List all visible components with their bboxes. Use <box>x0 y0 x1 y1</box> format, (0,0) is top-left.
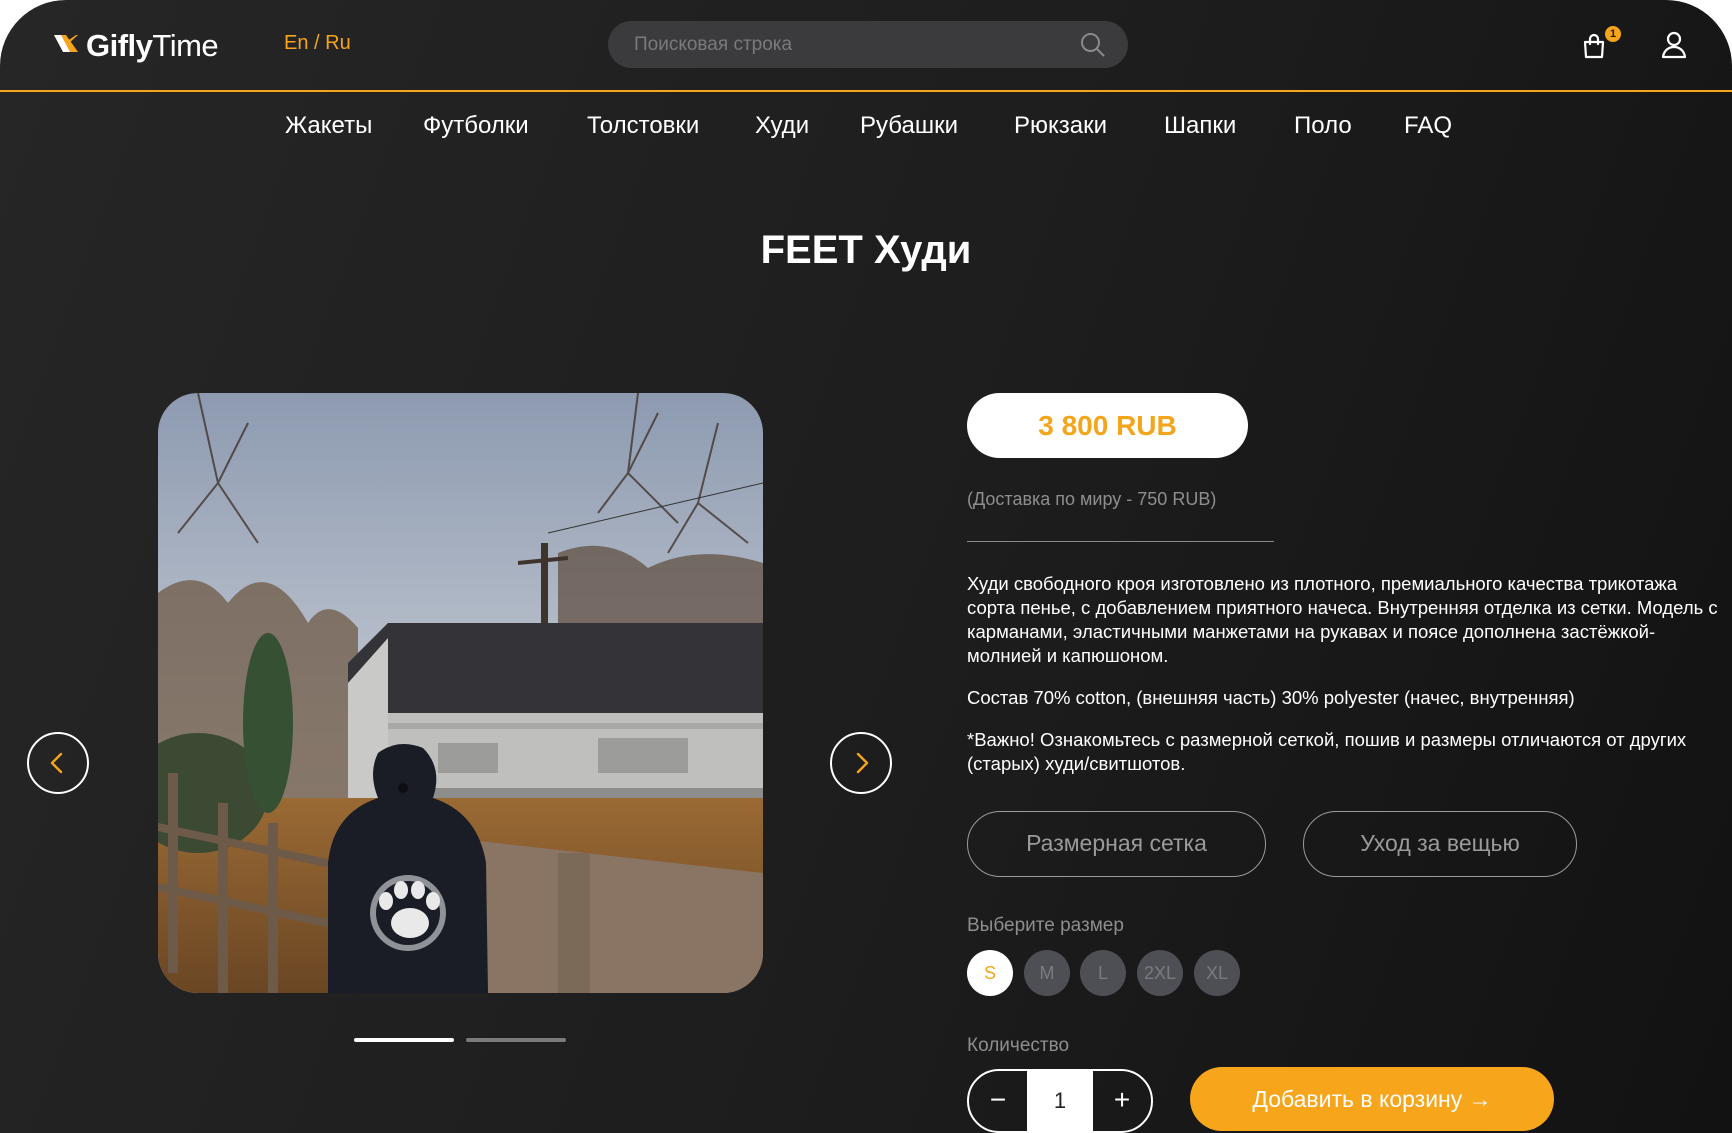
cart-count-badge: 1 <box>1605 26 1621 42</box>
logo-mark-icon <box>52 30 80 63</box>
lang-separator: / <box>308 32 326 54</box>
gallery-prev-button[interactable] <box>27 732 89 794</box>
user-account-button[interactable] <box>1660 30 1688 60</box>
quantity-increase-button[interactable]: + <box>1093 1071 1151 1131</box>
language-switcher: En / Ru <box>284 32 351 55</box>
product-title: FEET Худи <box>760 228 972 272</box>
shopping-bag-icon <box>1583 33 1605 59</box>
header: GiflyTime En / Ru 1 <box>0 0 1732 92</box>
page: GiflyTime En / Ru 1 <box>0 0 1732 1133</box>
search-icon[interactable] <box>1079 31 1106 58</box>
lang-ru[interactable]: Ru <box>325 32 351 54</box>
size-option-2xl[interactable]: 2XL <box>1137 950 1183 996</box>
logo-bold: Gifly <box>86 28 153 63</box>
product-description: Худи свободного кроя изготовлено из плот… <box>967 572 1722 794</box>
description-paragraph: Худи свободного кроя изготовлено из плот… <box>967 573 1718 666</box>
nav-item-tshirts[interactable]: Футболки <box>423 112 529 140</box>
logo-text: GiflyTime <box>86 28 219 64</box>
gallery-dot-1[interactable] <box>354 1038 454 1042</box>
cart-button[interactable]: 1 <box>1580 26 1621 64</box>
add-to-cart-button[interactable]: Добавить в корзину → <box>1190 1067 1554 1131</box>
user-icon <box>1661 31 1687 59</box>
quantity-value[interactable]: 1 <box>1027 1071 1093 1131</box>
size-chart-button[interactable]: Размерная сетка <box>967 811 1266 877</box>
warning-paragraph: *Важно! Ознакомьтесь с размерной сеткой,… <box>967 729 1687 774</box>
price: 3 800 RUB <box>967 393 1248 458</box>
delivery-note: (Доставка по миру - 750 RUB) <box>967 489 1217 509</box>
size-option-m[interactable]: M <box>1024 950 1070 996</box>
quantity-stepper: − 1 + <box>967 1069 1153 1133</box>
logo-light: Time <box>152 28 219 63</box>
product-photo <box>158 393 763 993</box>
nav-item-faq[interactable]: FAQ <box>1404 112 1452 140</box>
composition-paragraph: Состав 70% cotton, (внешняя часть) 30% p… <box>967 687 1575 708</box>
chevron-left-icon <box>50 752 63 774</box>
size-option-xl[interactable]: XL <box>1194 950 1240 996</box>
gallery-dot-2[interactable] <box>466 1038 566 1042</box>
quantity-decrease-button[interactable]: − <box>969 1071 1027 1131</box>
size-option-s[interactable]: S <box>967 950 1013 996</box>
search-input[interactable] <box>608 21 1128 68</box>
category-nav: Жакеты Футболки Толстовки Худи Рубашки Р… <box>0 112 1732 148</box>
lang-en[interactable]: En <box>284 32 308 54</box>
chevron-right-icon <box>856 752 869 774</box>
nav-item-hoodies[interactable]: Худи <box>755 112 809 140</box>
size-option-l[interactable]: L <box>1080 950 1126 996</box>
nav-item-hats[interactable]: Шапки <box>1164 112 1236 140</box>
gallery-pagination <box>354 1038 566 1042</box>
quantity-label: Количество <box>967 1035 1070 1056</box>
care-instructions-button[interactable]: Уход за вещью <box>1303 811 1577 877</box>
logo[interactable]: GiflyTime <box>52 26 219 66</box>
nav-item-sweatshirts[interactable]: Толстовки <box>587 112 699 140</box>
nav-item-polo[interactable]: Поло <box>1294 112 1352 140</box>
divider <box>967 541 1274 542</box>
size-label: Выберите размер <box>967 915 1124 936</box>
nav-item-jackets[interactable]: Жакеты <box>285 112 372 140</box>
gallery-next-button[interactable] <box>830 732 892 794</box>
nav-item-shirts[interactable]: Рубашки <box>860 112 958 140</box>
search-bar <box>608 21 1128 68</box>
nav-item-backpacks[interactable]: Рюкзаки <box>1014 112 1107 140</box>
